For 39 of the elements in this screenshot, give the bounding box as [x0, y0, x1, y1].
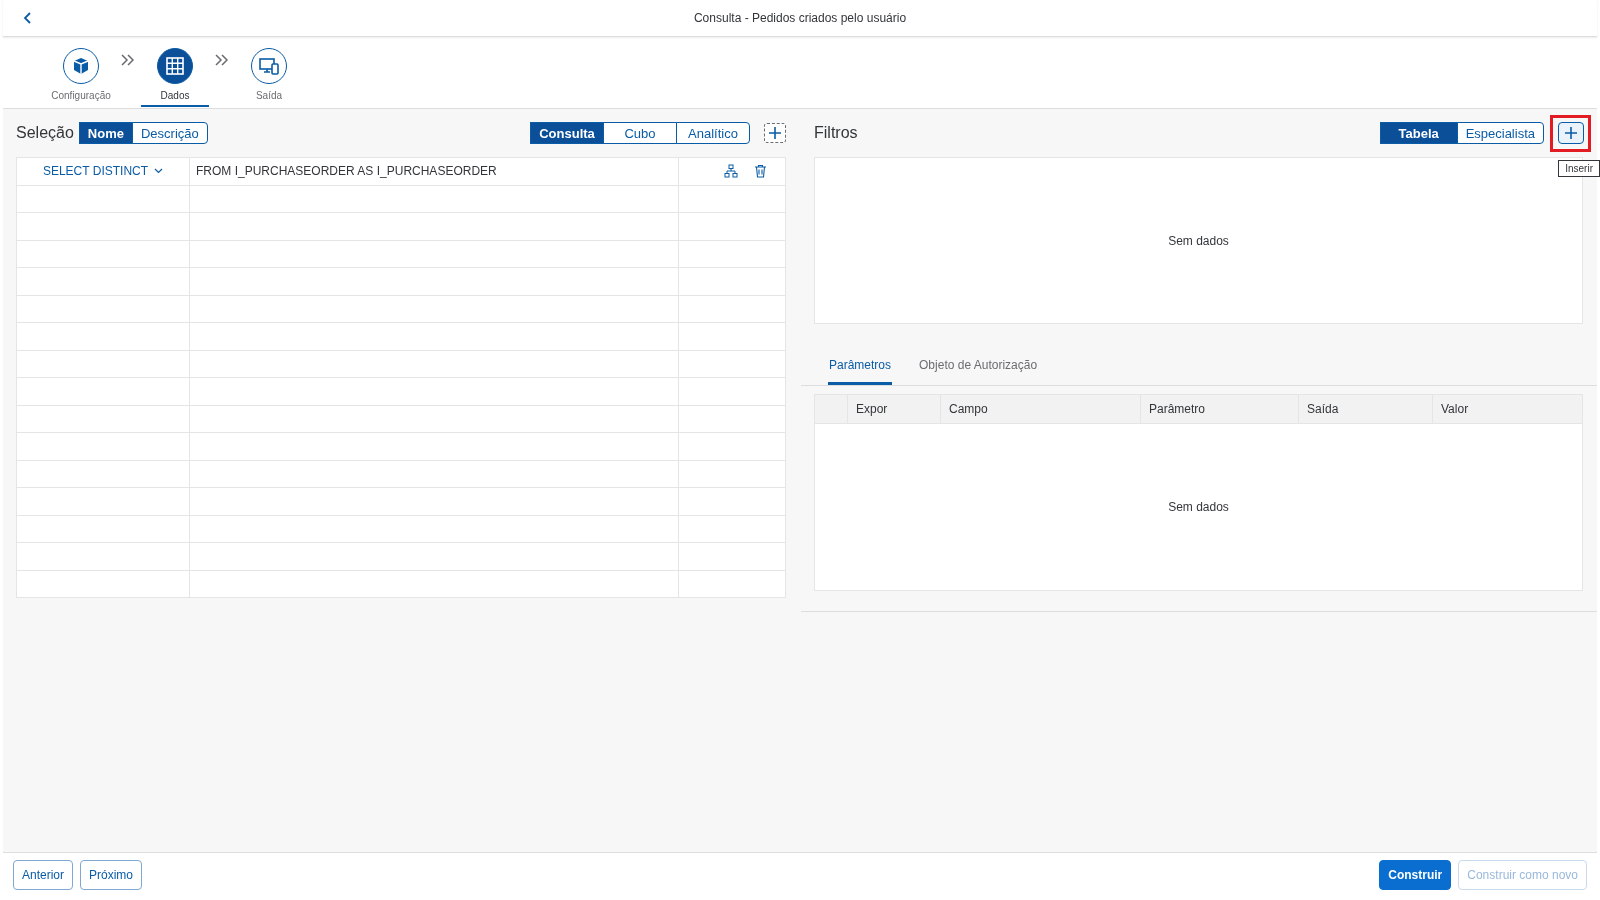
window-title: Consulta - Pedidos criados pelo usuário [693, 11, 907, 25]
add-button[interactable] [764, 123, 786, 143]
table-cell: FROM I_PURCHASEORDER AS I_PURCHASEORDER [196, 164, 497, 179]
column-header: Valor [1432, 395, 1582, 423]
column-header: Campo [940, 395, 1140, 423]
column-header: Parâmetro [1140, 395, 1298, 423]
footer-button[interactable]: Próximo [80, 860, 143, 890]
box-icon [71, 56, 91, 76]
chevrons-icon [214, 53, 230, 67]
empty-message: Sem dados [1168, 500, 1229, 514]
section-title: Filtros [814, 124, 858, 142]
hierarchy-icon[interactable] [724, 164, 738, 179]
footer-button[interactable]: Anterior [13, 860, 74, 890]
plus-icon [1564, 125, 1578, 140]
delete-icon[interactable] [754, 164, 767, 179]
chevrons-icon [120, 53, 136, 67]
grid-icon [165, 56, 185, 76]
caret-icon [154, 168, 164, 175]
toggle-option[interactable]: Analítico [676, 122, 750, 144]
tab[interactable]: Objeto de Autorização [918, 358, 1039, 385]
toggle-option[interactable]: Descrição [131, 122, 208, 144]
footer-button[interactable]: Construir [1379, 860, 1452, 890]
tab[interactable]: Parâmetros [828, 358, 893, 385]
devices-icon [258, 56, 280, 76]
wizard-step[interactable]: Saída [235, 37, 303, 107]
wizard-step[interactable]: Configuração [47, 37, 115, 107]
column-header: Expor [847, 395, 940, 423]
column-header: Saída [1298, 395, 1432, 423]
toggle-option[interactable]: Tabela [1379, 122, 1458, 144]
toggle-option[interactable]: Consulta [530, 122, 604, 144]
toggle-option[interactable]: Cubo [603, 122, 677, 144]
tooltip: Inserir [1558, 159, 1600, 177]
plus-icon [768, 126, 782, 140]
wizard-step[interactable]: Dados [141, 37, 209, 107]
toggle-option[interactable]: Especialista [1456, 122, 1544, 144]
toggle-option[interactable]: Nome [78, 122, 133, 144]
add-button[interactable] [1558, 121, 1584, 144]
section-title: Seleção [16, 124, 74, 142]
empty-message: Sem dados [1168, 233, 1229, 248]
